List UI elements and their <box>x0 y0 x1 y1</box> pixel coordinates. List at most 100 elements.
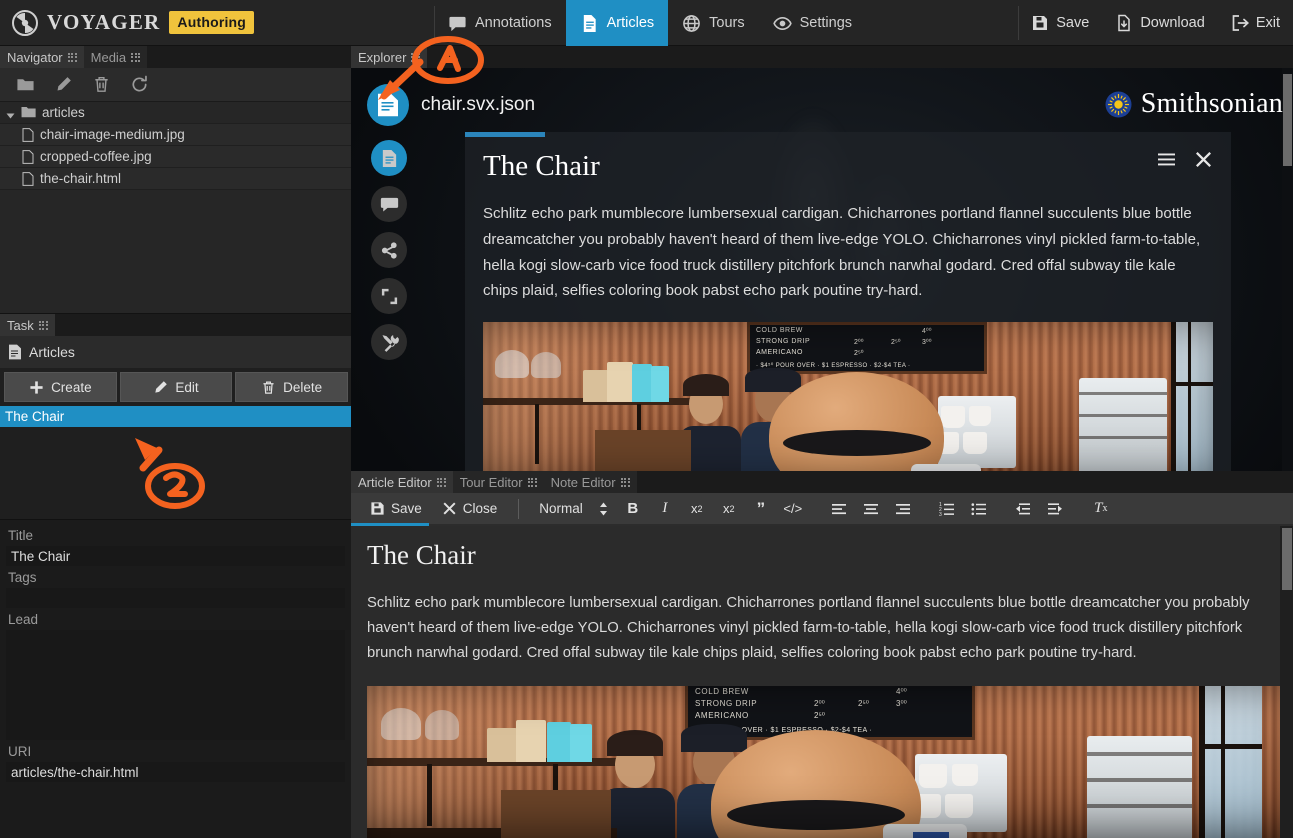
blockquote-button[interactable]: ” <box>746 494 776 523</box>
panel-tab-task[interactable]: Task <box>0 314 55 336</box>
exit-button[interactable]: Exit <box>1218 0 1293 46</box>
hamburger-icon[interactable] <box>1157 150 1176 174</box>
delete-button[interactable]: Delete <box>235 372 349 402</box>
tree-item-file[interactable]: chair-image-medium.jpg <box>0 124 351 146</box>
folder-icon <box>16 79 34 91</box>
explorer-document-badge[interactable] <box>367 84 409 126</box>
task-article-the-chair[interactable]: The Chair <box>0 406 351 427</box>
navigator-toolbar <box>0 68 351 102</box>
rename-button[interactable] <box>44 70 82 100</box>
tree-node-articles[interactable]: articles <box>0 102 351 124</box>
drag-grip-icon[interactable] <box>436 477 446 487</box>
panel-tab-explorer[interactable]: Explorer <box>351 46 428 68</box>
updown-caret-icon[interactable] <box>599 502 608 516</box>
panel-tab-navigator[interactable]: Navigator <box>0 46 84 68</box>
left-column: Navigator Media articles chair-image-med… <box>0 46 351 838</box>
editor-paragraph[interactable]: Schlitz echo park mumblecore lumbersexua… <box>367 591 1273 666</box>
explorer-side-toolbar <box>371 140 407 360</box>
x-icon <box>443 502 456 515</box>
explorer-scrollbar[interactable] <box>1282 68 1293 471</box>
tab-tours[interactable]: Tours <box>668 0 758 46</box>
chevron-down-icon[interactable] <box>6 108 15 119</box>
editor-scrollbar[interactable] <box>1280 526 1293 838</box>
close-icon[interactable] <box>1194 150 1213 174</box>
editor-scrollbar-thumb[interactable] <box>1282 528 1292 590</box>
uri-field[interactable] <box>6 762 345 782</box>
indent-button[interactable] <box>1040 494 1070 523</box>
panel-tab-note-editor[interactable]: Note Editor <box>543 471 637 493</box>
drag-grip-icon[interactable] <box>527 477 537 487</box>
tab-articles[interactable]: Articles <box>565 0 669 46</box>
top-actions: Save Download Exit <box>1018 0 1293 46</box>
uri-field-label: URI <box>8 744 32 759</box>
outdent-button[interactable] <box>1008 494 1038 523</box>
tab-settings-label: Settings <box>799 15 853 31</box>
annotations-bubble-icon[interactable] <box>371 186 407 222</box>
bold-button[interactable]: B <box>618 494 648 523</box>
editor-title[interactable]: The Chair <box>367 540 1273 571</box>
explorer-scrollbar-thumb[interactable] <box>1283 74 1292 166</box>
editor-save-button[interactable]: Save <box>361 494 431 523</box>
brand: VOYAGER Authoring <box>0 9 255 36</box>
title-field[interactable] <box>6 546 345 566</box>
editor-document[interactable]: The Chair Schlitz echo park mumblecore l… <box>351 526 1293 838</box>
tree-item-file-label: the-chair.html <box>40 171 122 186</box>
tree-node-articles-label: articles <box>42 105 85 120</box>
drag-grip-icon[interactable] <box>411 52 421 62</box>
explorer-article-panel: The Chair Schlitz echo park mumblecore l… <box>465 132 1231 471</box>
drag-grip-icon[interactable] <box>38 320 48 330</box>
panel-tab-note-editor-label: Note Editor <box>550 474 616 490</box>
create-button[interactable]: Create <box>4 372 117 402</box>
delete-button[interactable] <box>82 70 120 100</box>
drag-grip-icon[interactable] <box>620 477 630 487</box>
tab-settings[interactable]: Settings <box>759 0 866 46</box>
panel-tab-article-editor[interactable]: Article Editor <box>351 471 453 493</box>
panel-tab-media[interactable]: Media <box>83 46 148 68</box>
tools-icon[interactable] <box>371 324 407 360</box>
panel-tab-media-label: Media <box>90 49 127 65</box>
article-list: The Chair <box>0 406 351 520</box>
voyager-authoring-window: VOYAGER Authoring Annotations Articles T… <box>0 0 1293 838</box>
article-icon <box>8 344 22 360</box>
tree-item-file[interactable]: the-chair.html <box>0 168 351 190</box>
share-icon[interactable] <box>371 232 407 268</box>
save-button[interactable]: Save <box>1018 0 1102 46</box>
italic-button[interactable]: I <box>650 494 680 523</box>
ordered-list-button[interactable]: 123 <box>932 494 962 523</box>
editor-image[interactable]: COLD BREW STRONG DRIP AMERICANO 2⁰⁰ 2⁵⁰ … <box>367 685 1285 838</box>
reader-icon[interactable] <box>371 140 407 176</box>
tags-field[interactable] <box>6 588 345 608</box>
tab-annotations[interactable]: Annotations <box>434 0 566 46</box>
editor-content-area[interactable]: The Chair Schlitz echo park mumblecore l… <box>351 526 1293 838</box>
top-bar: VOYAGER Authoring Annotations Articles T… <box>0 0 1293 46</box>
document-icon <box>378 93 398 117</box>
new-folder-button[interactable] <box>6 70 44 100</box>
editor-close-label: Close <box>462 501 498 516</box>
editor-style-select[interactable]: Normal <box>531 497 616 521</box>
article-editor-panel: Article Editor Tour Editor Note Editor S… <box>351 471 1293 838</box>
title-field-label: Title <box>8 528 34 543</box>
align-center-button[interactable] <box>856 494 886 523</box>
download-button[interactable]: Download <box>1102 0 1218 46</box>
lead-field[interactable] <box>6 630 345 740</box>
align-left-button[interactable] <box>824 494 854 523</box>
article-title: The Chair <box>483 150 600 182</box>
refresh-button[interactable] <box>120 70 158 100</box>
tree-item-file[interactable]: cropped-coffee.jpg <box>0 146 351 168</box>
drag-grip-icon[interactable] <box>131 52 141 62</box>
align-right-button[interactable] <box>888 494 918 523</box>
edit-button[interactable]: Edit <box>119 372 233 402</box>
main-tabs: Annotations Articles Tours Settings <box>434 0 866 46</box>
plus-icon <box>30 380 43 394</box>
subscript-button[interactable]: x2 <box>682 494 712 523</box>
fullscreen-icon[interactable] <box>371 278 407 314</box>
superscript-button[interactable]: x2 <box>714 494 744 523</box>
clear-format-button[interactable]: Tx <box>1086 494 1116 523</box>
editor-close-button[interactable]: Close <box>433 494 507 523</box>
explorer-stage[interactable]: chair.svx.json Smithsonian The Chair Sch… <box>351 68 1293 471</box>
article-properties-form: Title Tags Lead URI <box>0 520 351 782</box>
panel-tab-tour-editor[interactable]: Tour Editor <box>452 471 544 493</box>
drag-grip-icon[interactable] <box>67 52 77 62</box>
unordered-list-button[interactable] <box>964 494 994 523</box>
code-button[interactable]: </> <box>778 494 808 523</box>
